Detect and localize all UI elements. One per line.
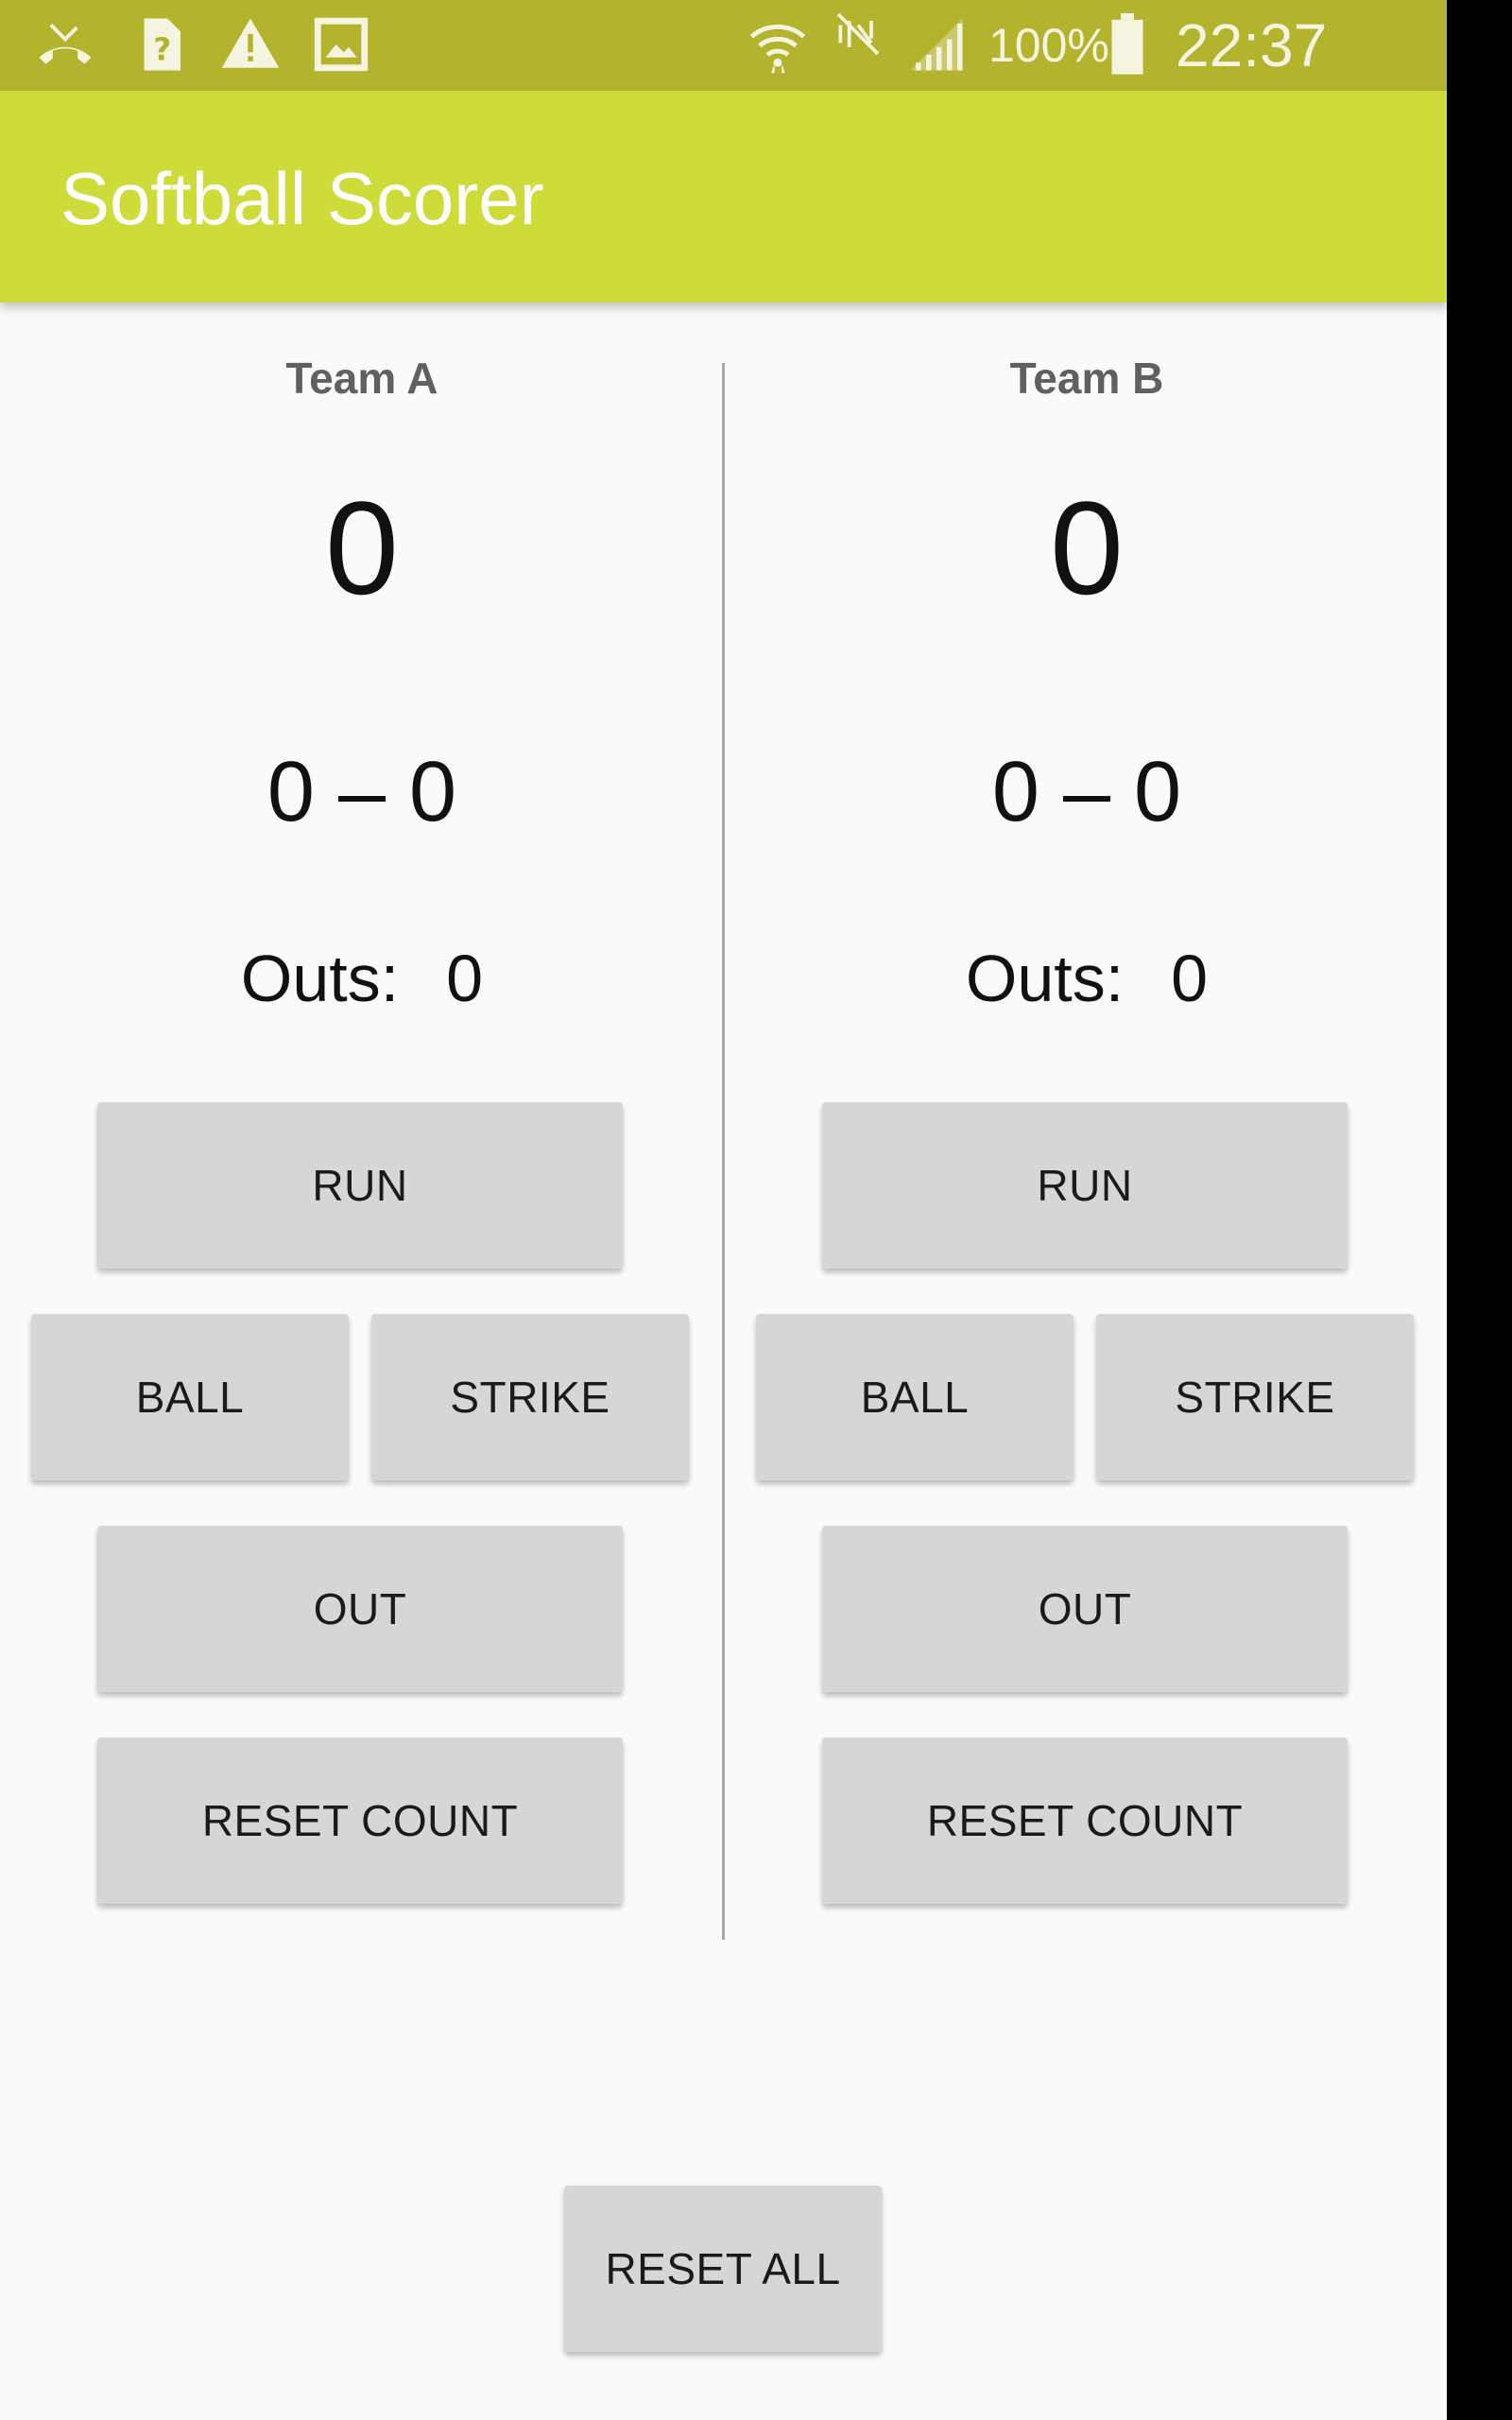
team-b-name: Team B [1009, 354, 1164, 403]
team-a-ball-button[interactable]: BALL [31, 1314, 349, 1480]
team-b-outs-label: Outs: [965, 942, 1125, 1015]
team-b-panel: Team B 0 0 – 0 Outs: 0 RUN BALL STRIKE OU… [725, 302, 1447, 1947]
team-b-score: 0 [1050, 474, 1124, 622]
team-a-reset-count-button[interactable]: RESET COUNT [97, 1737, 623, 1904]
nfc-off-icon [832, 8, 885, 60]
team-a-run-button[interactable]: RUN [97, 1102, 623, 1269]
signal-icon [905, 13, 968, 76]
status-clock: 22:37 [1176, 11, 1328, 79]
missed-call-icon [34, 13, 96, 76]
team-a-outs: Outs: 0 [0, 936, 724, 1021]
svg-text:?: ? [153, 31, 171, 68]
team-b-outs: Outs: 0 [725, 936, 1447, 1021]
screen-bezel [1447, 0, 1512, 2420]
team-b-strike-button[interactable]: STRIKE [1096, 1314, 1414, 1480]
status-bar: ? 100% 22:37 [0, 0, 1447, 91]
team-a-out-button[interactable]: OUT [97, 1526, 623, 1692]
team-b-outs-value: 0 [1171, 942, 1209, 1015]
battery-percent: 100% [988, 19, 1109, 72]
team-a-score: 0 [325, 474, 399, 622]
app-bar: Softball Scorer [0, 91, 1447, 302]
team-a-strike-button[interactable]: STRIKE [371, 1314, 689, 1480]
warning-icon [219, 13, 282, 76]
team-a-outs-label: Outs: [240, 942, 400, 1015]
team-a-panel: Team A 0 0 – 0 Outs: 0 RUN BALL STRIKE OU… [0, 302, 724, 1947]
app-screen: ? 100% 22:37 Softball Scorer Team A 0 0 … [0, 0, 1447, 2420]
team-b-ball-button[interactable]: BALL [756, 1314, 1074, 1480]
team-b-count: 0 – 0 [991, 745, 1182, 839]
team-a-count: 0 – 0 [266, 745, 457, 839]
team-b-run-button[interactable]: RUN [822, 1102, 1348, 1269]
team-a-outs-value: 0 [446, 942, 484, 1015]
team-b-out-button[interactable]: OUT [822, 1526, 1348, 1692]
unknown-file-icon: ? [129, 13, 191, 76]
image-icon [310, 13, 372, 76]
team-a-name: Team A [285, 354, 438, 403]
app-title: Softball Scorer [60, 157, 544, 240]
wifi-icon [747, 13, 809, 76]
battery-icon [1104, 13, 1151, 76]
reset-all-button[interactable]: RESET ALL [564, 2186, 882, 2352]
team-b-reset-count-button[interactable]: RESET COUNT [822, 1737, 1348, 1904]
